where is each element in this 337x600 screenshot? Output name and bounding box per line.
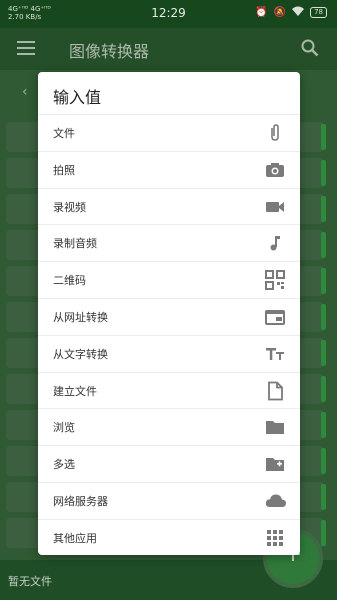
folder-icon (265, 417, 285, 437)
option-label: 文件 (53, 127, 75, 140)
option-from-text[interactable]: 从文字转换 (38, 334, 300, 372)
dialog-options: 文件 拍照 录视频 录制音频 二维码 从网址转换 从文字转换 建立文件 浏览 多… (38, 114, 300, 556)
option-record-video[interactable]: 录视频 (38, 187, 300, 225)
music-note-icon (265, 233, 285, 253)
alarm-icon: ⏰ (255, 7, 268, 18)
grid-apps-icon (265, 528, 285, 548)
web-page-icon (265, 307, 285, 327)
wifi-icon (292, 6, 305, 19)
option-web-server[interactable]: 网络服务器 (38, 481, 300, 519)
option-label: 浏览 (53, 421, 75, 435)
status-bar: 4G⁺ᴴᴰ 4G⁺ᴴᴰ 2.70 KB/s 12:29 ⏰ 🔕 78 (0, 0, 337, 28)
option-file[interactable]: 文件 (38, 114, 300, 151)
option-from-url[interactable]: 从网址转换 (38, 297, 300, 335)
text-icon (265, 344, 285, 364)
option-qr-code[interactable]: 二维码 (38, 261, 300, 298)
video-camera-icon (265, 197, 285, 217)
option-label: 录制音频 (53, 237, 97, 251)
mute-icon: 🔕 (273, 7, 287, 18)
option-label: 其他应用 (53, 531, 97, 545)
battery-icon: 78 (310, 7, 327, 18)
option-take-photo[interactable]: 拍照 (38, 150, 300, 188)
option-label: 录视频 (53, 200, 86, 214)
menu-icon[interactable] (17, 41, 35, 55)
option-label: 网络服务器 (53, 494, 108, 508)
status-icons: ⏰ 🔕 78 (255, 6, 327, 19)
option-label: 拍照 (53, 163, 75, 177)
search-icon[interactable] (301, 39, 319, 61)
paperclip-icon (265, 123, 285, 143)
option-label: 从网址转换 (53, 310, 108, 324)
input-dialog: 输入值 文件 拍照 录视频 录制音频 二维码 从网址转换 从文字转换 建立文件 … (38, 72, 300, 555)
option-label: 从文字转换 (53, 347, 108, 361)
option-label: 多选 (53, 458, 75, 472)
qr-code-icon (265, 270, 285, 291)
app-bar: 图像转换器 (0, 28, 337, 70)
empty-files-label: 暂无文件 (8, 575, 52, 588)
option-browse[interactable]: 浏览 (38, 408, 300, 445)
option-multi-select[interactable]: 多选 (38, 445, 300, 482)
dialog-title: 输入值 (53, 88, 102, 107)
app-title: 图像转换器 (69, 42, 150, 61)
new-file-icon (265, 381, 285, 401)
option-create-file[interactable]: 建立文件 (38, 371, 300, 409)
camera-icon (265, 160, 285, 180)
option-record-audio[interactable]: 录制音频 (38, 224, 300, 261)
option-other-apps[interactable]: 其他应用 (38, 518, 300, 556)
option-label: 二维码 (53, 274, 86, 288)
option-label: 建立文件 (53, 384, 97, 398)
back-chevron-icon: ‹ (22, 84, 28, 100)
folder-plus-icon (265, 454, 285, 474)
cloud-icon (265, 491, 287, 511)
